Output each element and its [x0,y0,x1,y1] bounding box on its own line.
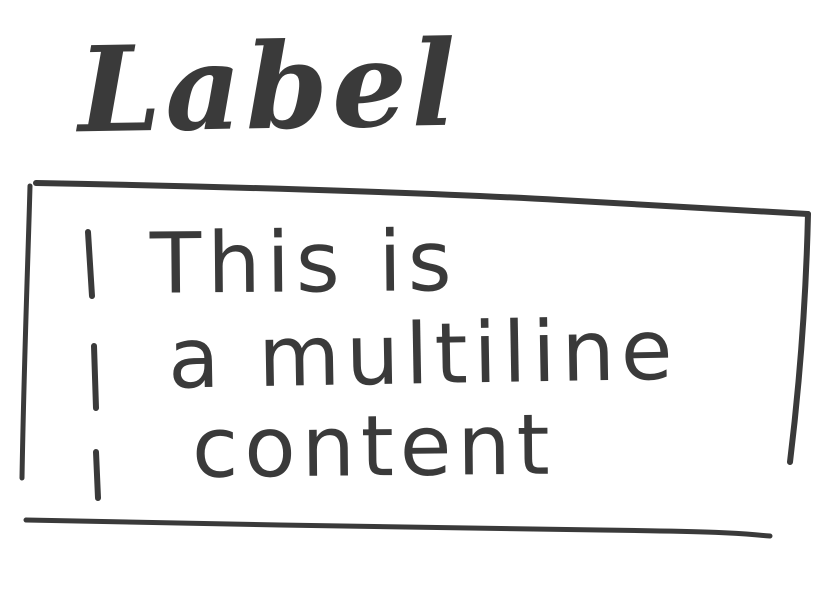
content-line: content [191,395,557,497]
content-line: This is [149,212,458,313]
field-label: Label [76,13,462,160]
textarea-content: This is a multiline content [149,212,790,497]
content-line: a multiline [167,300,680,408]
